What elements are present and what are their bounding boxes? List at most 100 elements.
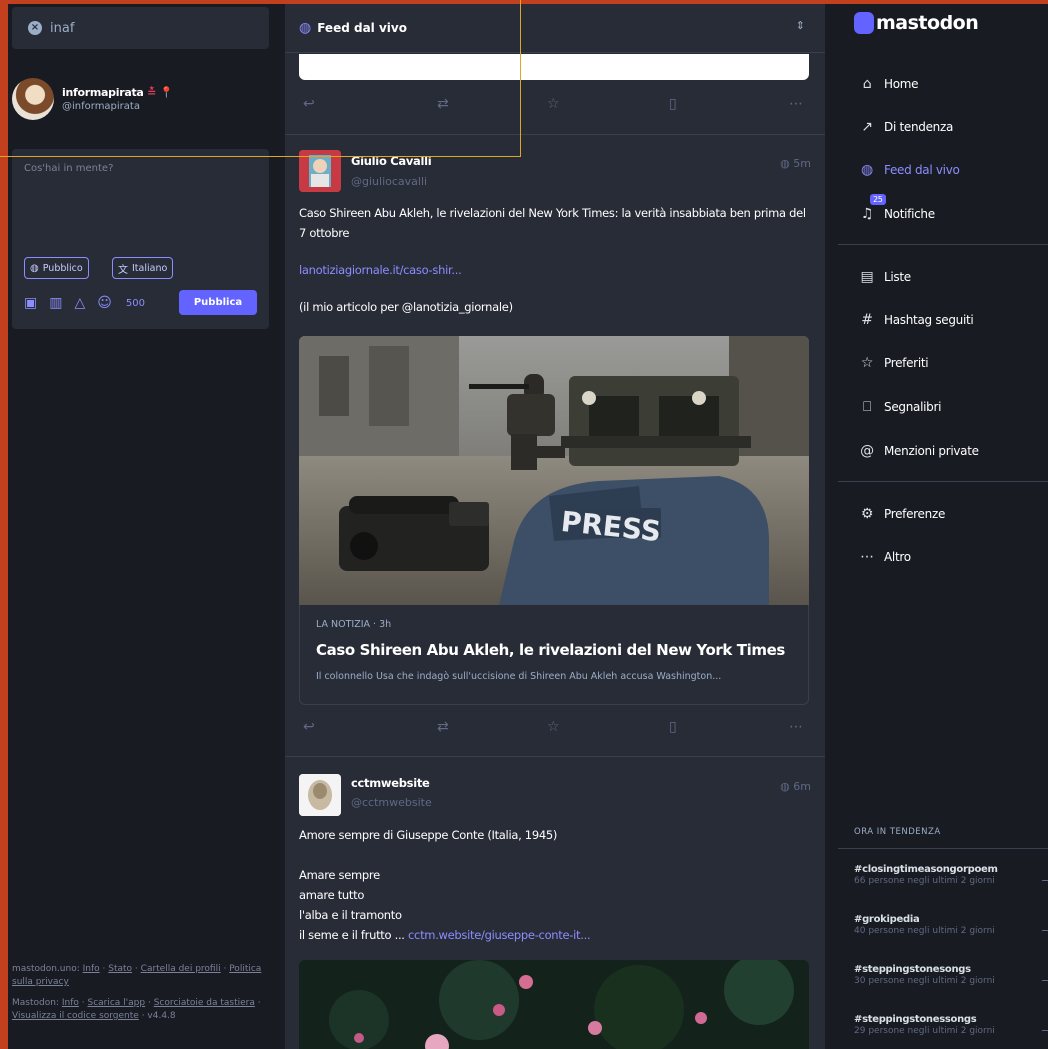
nav-followed-hashtags[interactable]: # Hashtag seguiti	[858, 312, 973, 328]
home-icon: ⌂	[862, 76, 872, 92]
post-avatar[interactable]	[299, 774, 341, 816]
at-icon: @	[860, 443, 874, 459]
footer-get-app-link[interactable]: Scarica l'app	[87, 998, 145, 1008]
composer: ◍Pubblico 文Italiano ▣ ▥ △ ☺ 500 Pubblica	[12, 149, 269, 329]
bookmark-icon: ⎕	[862, 399, 872, 415]
link-card-image[interactable]: PRESS	[299, 336, 809, 605]
post-content: Amore sempre di Giuseppe Conte (Italia, …	[299, 828, 591, 942]
nav-trending[interactable]: ↗ Di tendenza	[858, 119, 953, 135]
trend-sparkline	[1042, 972, 1048, 981]
post-time[interactable]: ◍ 6m	[780, 780, 811, 793]
profile-badges: ≛ 📍	[147, 86, 173, 99]
column-settings-icon[interactable]: ⇕	[796, 19, 805, 32]
post-link[interactable]: lanotiziagiornale.it/caso-shir...	[299, 260, 814, 280]
post-handle[interactable]: @cctmwebsite	[351, 796, 432, 809]
nav-home[interactable]: ⌂ Home	[858, 76, 919, 92]
globe-icon: ◍	[780, 780, 790, 793]
link-card-title[interactable]: Caso Shireen Abu Akleh, le rivelazioni d…	[316, 641, 785, 659]
trend-sparkline	[1042, 1022, 1048, 1031]
status-actions: ↩︎ ⇄ ☆ ▯ ⋯	[299, 94, 809, 114]
footer-shortcuts-link[interactable]: Scorciatoie da tastiera	[154, 998, 255, 1008]
notifications-badge: 25	[870, 194, 886, 205]
nav-private-mentions[interactable]: @ Menzioni private	[858, 443, 979, 459]
favourite-icon[interactable]: ☆	[547, 96, 560, 112]
link-card-description: Il colonnello Usa che indagò sull'uccisi…	[316, 671, 722, 682]
nav-notifications[interactable]: ♫ 25 Notifiche	[858, 194, 935, 222]
footer-directory-link[interactable]: Cartella dei profili	[141, 964, 221, 974]
favourite-icon[interactable]: ☆	[547, 719, 560, 735]
more-icon[interactable]: ⋯	[789, 719, 803, 735]
language-button[interactable]: 文 Italiano	[112, 257, 174, 279]
footer-server-links: mastodon.uno: Info · Stato · Cartella de…	[12, 964, 262, 987]
profile-display-name: informapirata ≛ 📍	[62, 86, 173, 99]
image-upload-icon[interactable]: ▣	[24, 295, 37, 311]
globe-icon: ◍	[861, 162, 873, 178]
bookmark-icon[interactable]: ▯	[669, 719, 677, 735]
translate-icon: 文	[118, 264, 128, 276]
nav-more[interactable]: ⋯ Altro	[858, 549, 911, 565]
trends-title: ORA IN TENDENZA	[854, 827, 941, 837]
avatar[interactable]	[12, 78, 54, 120]
post-content: Caso Shireen Abu Akleh, le rivelazioni d…	[299, 203, 814, 317]
nav-divider	[838, 244, 1048, 245]
previous-post-card[interactable]	[299, 54, 809, 80]
emoji-icon[interactable]: ☺	[97, 295, 112, 311]
post-handle[interactable]: @giuliocavalli	[351, 175, 427, 188]
hashtag-icon: #	[861, 312, 873, 328]
nav-preferences[interactable]: ⚙ Preferenze	[858, 506, 945, 522]
boost-icon[interactable]: ⇄	[437, 96, 449, 112]
trend-item[interactable]: #grokipedia 40 persone negli ultimi 2 gio…	[854, 914, 1048, 936]
navigation-panel: mastodon ⌂ Home ↗ Di tendenza ◍ Feed dal vi…	[838, 4, 1048, 1049]
trend-item[interactable]: #steppingstonessongs 29 persone negli ult…	[854, 1014, 1048, 1036]
window-frame-left	[0, 0, 8, 1049]
profile-handle: @informapirata	[62, 101, 140, 112]
trend-sparkline	[1042, 922, 1048, 931]
globe-icon: ◍	[30, 262, 39, 274]
clear-search-icon[interactable]: ×	[28, 21, 42, 35]
status-divider	[285, 756, 825, 757]
bookmark-icon[interactable]: ▯	[669, 96, 677, 112]
post-link[interactable]: cctm.website/giuseppe-conte-it...	[408, 928, 591, 942]
current-user[interactable]: informapirata ≛ 📍 @informapirata	[12, 74, 269, 124]
gear-icon: ⚙	[860, 506, 874, 522]
nav-bookmarks[interactable]: ⎕ Segnalibri	[858, 399, 942, 415]
post-display-name[interactable]: cctmwebsite	[351, 776, 430, 790]
compose-column: × inaf informapirata ≛ 📍 @informapirata …	[8, 4, 277, 1049]
column-header[interactable]: ◍ Feed dal vivo ⇕	[285, 4, 825, 53]
trend-item[interactable]: #closingtimeasongorpoem 66 persone negli …	[854, 864, 1048, 886]
character-counter: 500	[125, 297, 145, 309]
footer-mastodon-about-link[interactable]: Info	[62, 998, 79, 1008]
reply-icon[interactable]: ↩︎	[303, 719, 315, 735]
footer-status-link[interactable]: Stato	[108, 964, 132, 974]
more-icon: ⋯	[860, 549, 874, 565]
visibility-button[interactable]: ◍ Pubblico	[24, 257, 89, 279]
globe-icon: ◍	[299, 20, 312, 36]
poll-icon[interactable]: ▥	[49, 295, 62, 311]
footer-about-link[interactable]: Info	[83, 964, 100, 974]
search-input[interactable]: inaf	[50, 21, 74, 36]
post-time[interactable]: ◍ 5m	[780, 157, 811, 170]
trend-sparkline	[1042, 872, 1048, 881]
nav-favourites[interactable]: ☆ Preferiti	[858, 355, 929, 371]
post-display-name[interactable]: Giulio Cavalli	[351, 154, 432, 168]
post-image[interactable]	[299, 960, 809, 1049]
trends-divider	[838, 848, 1048, 849]
post-avatar[interactable]	[299, 150, 341, 192]
search-box[interactable]: × inaf	[12, 7, 269, 49]
content-warning-icon[interactable]: △	[74, 295, 85, 311]
status-divider	[285, 134, 825, 135]
trend-item[interactable]: #steppingstonesongs 30 persone negli ulti…	[854, 964, 1048, 986]
reply-icon[interactable]: ↩︎	[303, 96, 315, 112]
footer-source-link[interactable]: Visualizza il codice sorgente	[12, 1011, 139, 1021]
bell-icon: ♫	[860, 206, 874, 222]
link-card[interactable]: LA NOTIZIA · 3h Caso Shireen Abu Akleh, …	[299, 605, 809, 705]
compose-textarea[interactable]	[12, 149, 269, 244]
trending-icon: ↗	[861, 119, 873, 135]
more-icon[interactable]: ⋯	[789, 96, 803, 112]
mastodon-logo[interactable]: mastodon	[854, 12, 979, 34]
nav-live-feed[interactable]: ◍ Feed dal vivo	[858, 162, 960, 178]
boost-icon[interactable]: ⇄	[437, 719, 449, 735]
list-icon: ▤	[860, 269, 874, 285]
publish-button[interactable]: Pubblica	[179, 290, 257, 315]
nav-lists[interactable]: ▤ Liste	[858, 269, 912, 285]
